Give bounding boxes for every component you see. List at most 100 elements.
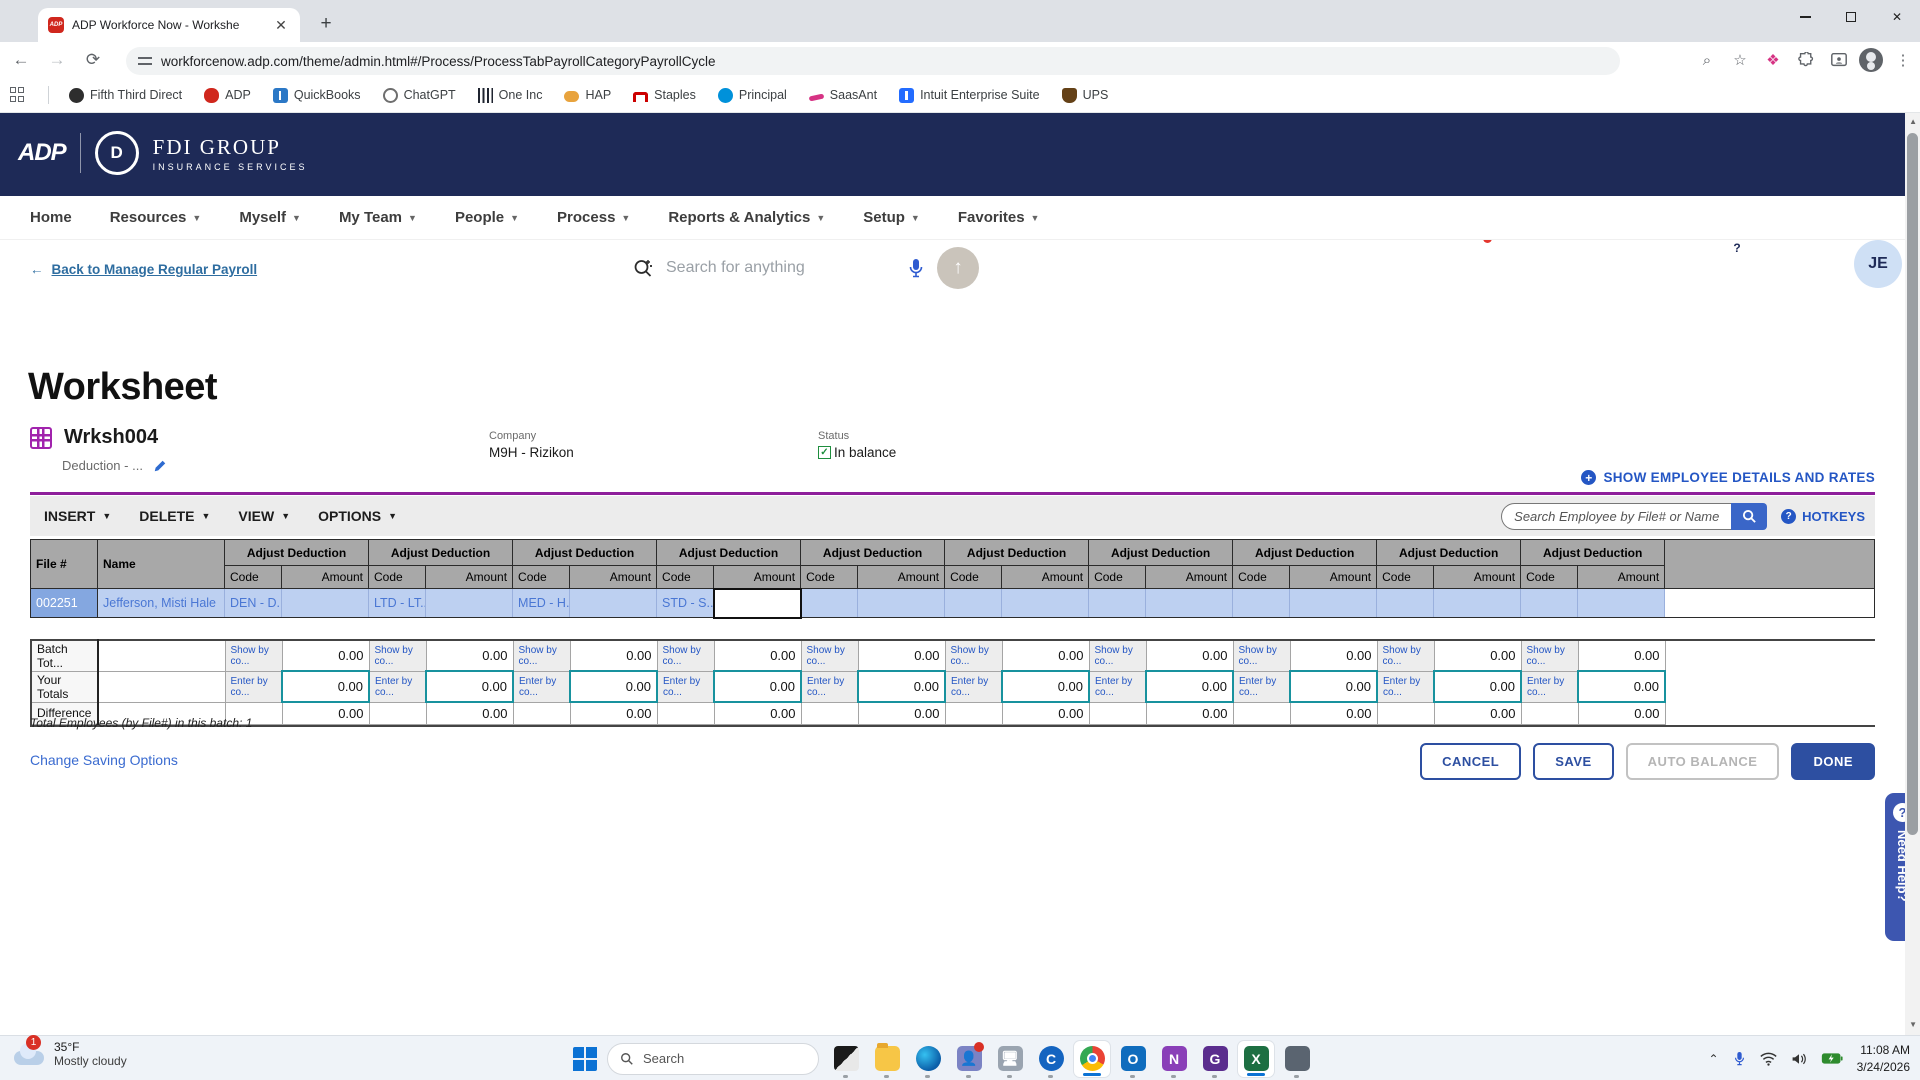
zoom-icon[interactable]: ⌕ [1694, 47, 1720, 73]
nav-item-reports-analytics[interactable]: Reports & Analytics▼ [668, 209, 825, 226]
deduction-amount-cell[interactable] [426, 589, 513, 618]
bookmark-item[interactable]: UPS [1062, 88, 1109, 103]
header-whats-new-button[interactable]: What's New [1362, 237, 1420, 281]
taskbar-edge-icon[interactable] [910, 1041, 946, 1077]
taskbar-excel-icon[interactable]: X [1238, 1041, 1274, 1077]
site-info-icon[interactable] [138, 54, 152, 68]
chrome-profile-avatar[interactable] [1859, 48, 1883, 72]
back-to-payroll-link[interactable]: ← Back to Manage Regular Payroll [30, 262, 257, 277]
deduction-code-cell[interactable] [945, 589, 1002, 618]
url-text[interactable]: workforcenow.adp.com/theme/admin.html#/P… [161, 54, 715, 69]
delete-menu[interactable]: DELETE▼ [139, 508, 210, 524]
tab-close-icon[interactable]: ✕ [272, 16, 290, 34]
deduction-amount-cell[interactable] [1002, 589, 1089, 618]
mic-icon[interactable] [907, 257, 925, 279]
enter-by-code-link[interactable]: Enter by co... [369, 671, 426, 702]
your-total-input[interactable]: 0.00 [714, 671, 801, 702]
taskbar-chrome-icon[interactable] [1074, 1041, 1110, 1077]
show-by-code-link[interactable]: Show by co... [801, 640, 858, 672]
deduction-code-cell[interactable] [1233, 589, 1290, 618]
employee-name[interactable]: Jefferson, Misti Hale [98, 589, 225, 618]
header-support-button[interactable]: ? Support [1718, 237, 1757, 281]
view-menu[interactable]: VIEW▼ [238, 508, 290, 524]
done-button[interactable]: DONE [1791, 743, 1875, 780]
your-total-input[interactable]: 0.00 [1290, 671, 1377, 702]
taskbar-teams-icon[interactable]: 👤 [951, 1041, 987, 1077]
your-total-input[interactable]: 0.00 [1434, 671, 1521, 702]
window-maximize-button[interactable] [1828, 0, 1874, 34]
enter-by-code-link[interactable]: Enter by co... [1377, 671, 1434, 702]
show-by-code-link[interactable]: Show by co... [1089, 640, 1146, 672]
deduction-amount-cell[interactable] [570, 589, 657, 618]
insert-menu[interactable]: INSERT▼ [44, 508, 111, 524]
bookmark-item[interactable]: Staples [633, 88, 696, 102]
taskbar-system-config-icon[interactable]: 🖥 [992, 1041, 1028, 1077]
hotkeys-button[interactable]: ? HOTKEYS [1781, 509, 1865, 524]
edit-pencil-icon[interactable] [153, 459, 167, 473]
employee-file-number[interactable]: 002251 [31, 589, 98, 618]
bookmark-item[interactable]: ADP [204, 88, 251, 103]
tray-battery-icon[interactable] [1821, 1052, 1843, 1065]
tray-chevron-icon[interactable]: ⌃ [1709, 1052, 1719, 1066]
show-by-code-link[interactable]: Show by co... [1521, 640, 1578, 672]
header-marketplace-button[interactable]: Marketplace [1782, 237, 1842, 281]
enter-by-code-link[interactable]: Enter by co... [1089, 671, 1146, 702]
apps-grid-icon[interactable] [10, 87, 26, 103]
your-total-input[interactable]: 0.00 [570, 671, 657, 702]
header-learn-button[interactable]: Learn [1606, 237, 1634, 281]
enter-by-code-link[interactable]: Enter by co... [657, 671, 714, 702]
bookmark-star-icon[interactable]: ☆ [1727, 47, 1753, 73]
nav-item-process[interactable]: Process▼ [557, 209, 630, 226]
taskbar-calculator-icon[interactable] [1279, 1041, 1315, 1077]
nav-item-my-team[interactable]: My Team▼ [339, 209, 417, 226]
enter-by-code-link[interactable]: Enter by co... [513, 671, 570, 702]
deduction-code-cell[interactable] [801, 589, 858, 618]
bookmark-item[interactable]: HAP [564, 88, 611, 102]
bookmark-item[interactable]: QuickBooks [273, 88, 361, 103]
bookmark-item[interactable]: Principal [718, 88, 787, 103]
deduction-code-cell[interactable] [1377, 589, 1434, 618]
show-by-code-link[interactable]: Show by co... [657, 640, 714, 672]
scrollbar-up-arrow[interactable]: ▲ [1909, 117, 1917, 126]
show-by-code-link[interactable]: Show by co... [945, 640, 1002, 672]
deduction-amount-cell[interactable] [1290, 589, 1377, 618]
cancel-button[interactable]: CANCEL [1420, 743, 1521, 780]
employee-search-button[interactable] [1731, 503, 1767, 530]
taskbar-clock[interactable]: 11:08 AM 3/24/2026 [1857, 1042, 1910, 1074]
taskbar-c-app-icon[interactable]: C [1033, 1041, 1069, 1077]
tray-volume-icon[interactable] [1791, 1052, 1807, 1066]
deduction-amount-cell[interactable] [1578, 589, 1665, 618]
deduction-code-cell[interactable] [1089, 589, 1146, 618]
header-bridge-button[interactable]: B Bridge [1660, 237, 1692, 281]
deduction-code-cell[interactable]: LTD - LT... [369, 589, 426, 618]
deduction-amount-cell[interactable] [1146, 589, 1233, 618]
extensions-puzzle-icon[interactable] [1793, 47, 1819, 73]
deduction-code-cell[interactable]: DEN - D... [225, 589, 282, 618]
global-search-input[interactable] [666, 259, 895, 277]
scrollbar-down-arrow[interactable]: ▼ [1909, 1020, 1917, 1029]
nav-item-home[interactable]: Home [30, 209, 72, 226]
taskbar-file-explorer-icon[interactable] [869, 1041, 905, 1077]
browser-tab[interactable]: ADP ADP Workforce Now - Workshe ✕ [38, 8, 300, 42]
deduction-code-cell[interactable] [1521, 589, 1578, 618]
deduction-amount-cell[interactable] [1434, 589, 1521, 618]
save-button[interactable]: SAVE [1533, 743, 1613, 780]
deduction-amount-cell[interactable] [858, 589, 945, 618]
tray-mic-icon[interactable] [1733, 1050, 1746, 1067]
address-bar[interactable]: workforcenow.adp.com/theme/admin.html#/P… [126, 47, 1620, 75]
new-tab-button[interactable]: + [312, 10, 340, 38]
employee-search-input[interactable] [1501, 503, 1731, 530]
reload-button[interactable]: ⟳ [78, 45, 108, 75]
change-saving-options-link[interactable]: Change Saving Options [30, 752, 178, 768]
taskbar-g-app-icon[interactable]: G [1197, 1041, 1233, 1077]
show-by-code-link[interactable]: Show by co... [1233, 640, 1290, 672]
show-by-code-link[interactable]: Show by co... [369, 640, 426, 672]
enter-by-code-link[interactable]: Enter by co... [1233, 671, 1290, 702]
taskbar-search[interactable]: Search [607, 1043, 819, 1075]
taskbar-outlook-icon[interactable]: O [1115, 1041, 1151, 1077]
show-by-code-link[interactable]: Show by co... [225, 640, 282, 672]
window-close-button[interactable]: ✕ [1874, 0, 1920, 34]
deduction-amount-cell[interactable] [282, 589, 369, 618]
auto-balance-button[interactable]: AUTO BALANCE [1626, 743, 1780, 780]
taskbar-onenote-icon[interactable]: N [1156, 1041, 1192, 1077]
